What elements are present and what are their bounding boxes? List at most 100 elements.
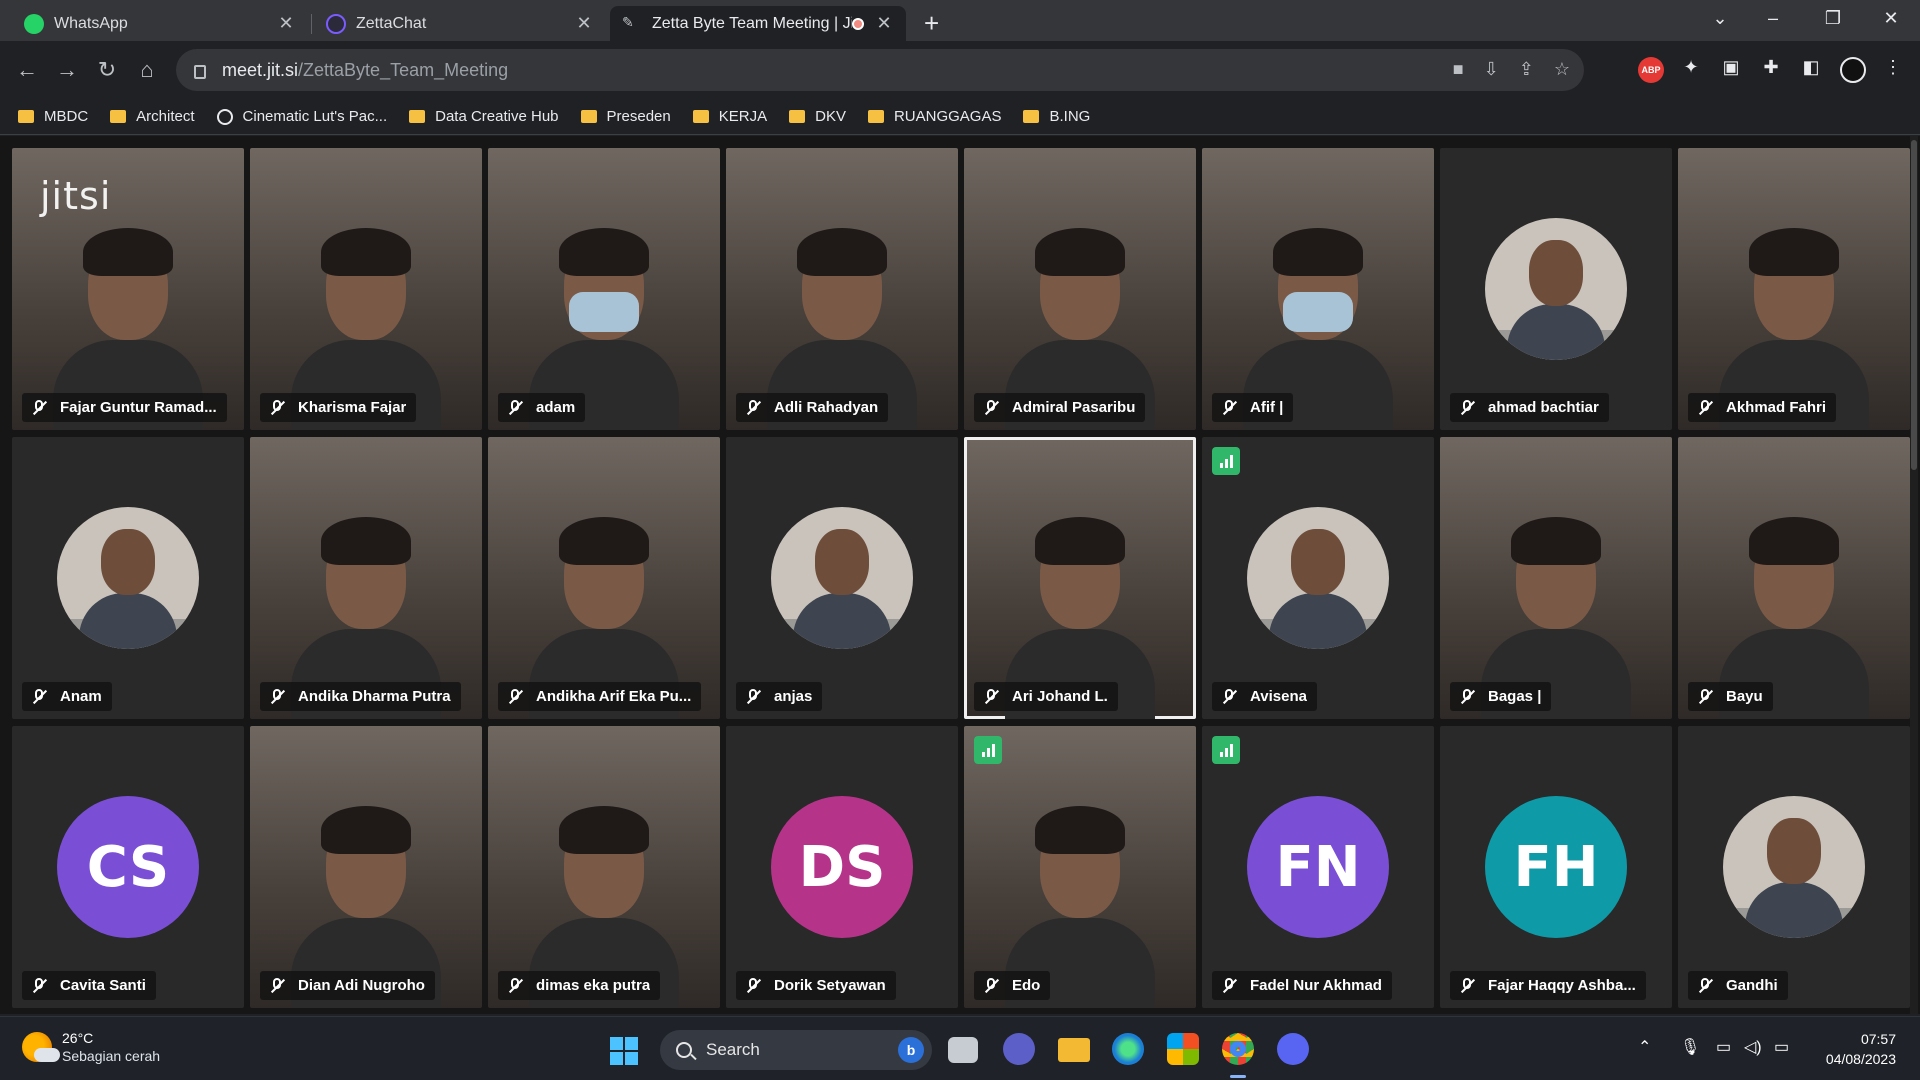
participant-name-tag: Akhmad Fahri [1688, 393, 1837, 422]
meeting-scroll-thumb[interactable] [1911, 140, 1917, 470]
bookmark-label: Architect [136, 108, 195, 125]
network-icon[interactable]: ▭ [1716, 1037, 1731, 1057]
edge-icon[interactable] [1112, 1033, 1144, 1065]
bookmark-item[interactable]: B.ING [1023, 108, 1090, 125]
volume-icon[interactable]: ◁) [1744, 1037, 1762, 1057]
tab-jitsi-meeting[interactable]: ✎ Zetta Byte Team Meeting | Jit ✕ [610, 6, 906, 41]
close-tab-icon[interactable]: ✕ [874, 13, 894, 34]
participant-tile[interactable]: Andikha Arif Eka Pu... [488, 437, 720, 719]
tab-search-icon[interactable]: ⌄ [1705, 8, 1735, 29]
tab-zettachat[interactable]: ZettaChat ✕ [314, 6, 606, 41]
participant-name: Afif | [1250, 399, 1284, 416]
weather-widget[interactable]: 26°C Sebagian cerah [22, 1029, 160, 1065]
install-app-icon[interactable]: ⇩ [1484, 59, 1499, 80]
participant-tile[interactable]: adam [488, 148, 720, 430]
menu-kebab-icon[interactable]: ⋮ [1880, 57, 1906, 83]
tab-whatsapp[interactable]: WhatsApp ✕ [12, 6, 308, 41]
taskbar-search[interactable]: Search b [660, 1030, 932, 1070]
address-bar[interactable]: meet.jit.si/ZettaByte_Team_Meeting ■ ⇩ ⇪… [176, 49, 1584, 91]
battery-icon[interactable]: ▭ [1774, 1037, 1789, 1057]
bookmark-item[interactable]: Cinematic Lut's Pac... [216, 108, 387, 125]
bookmark-item[interactable]: MBDC [18, 108, 88, 125]
discord-icon[interactable] [1277, 1033, 1309, 1065]
teams-chat-icon[interactable] [1003, 1033, 1035, 1065]
microphone-icon[interactable]: 🎙 [1680, 1037, 1700, 1057]
forward-icon[interactable]: → [52, 55, 82, 85]
close-tab-icon[interactable]: ✕ [574, 13, 594, 34]
participant-initials-avatar: CS [57, 796, 199, 938]
muted-mic-icon [506, 399, 524, 417]
participant-tile[interactable]: Akhmad Fahri [1678, 148, 1910, 430]
participant-name: Cavita Santi [60, 977, 146, 994]
participant-tile[interactable]: Anam [12, 437, 244, 719]
task-view-icon[interactable] [948, 1037, 978, 1063]
participant-tile[interactable]: Dian Adi Nugroho [250, 726, 482, 1008]
participant-tile[interactable]: FN Fadel Nur Akhmad [1202, 726, 1434, 1008]
new-tab-icon[interactable]: + [924, 8, 939, 39]
participant-name-tag: Bayu [1688, 682, 1773, 711]
participant-tile[interactable]: Andika Dharma Putra [250, 437, 482, 719]
participant-name: Adli Rahadyan [774, 399, 879, 416]
muted-mic-icon [744, 977, 762, 995]
bing-icon[interactable]: b [898, 1037, 924, 1063]
minimize-icon[interactable]: – [1758, 8, 1788, 29]
show-hidden-icons-icon[interactable]: ⌃ [1638, 1037, 1651, 1057]
participant-tile[interactable]: Kharisma Fajar [250, 148, 482, 430]
back-icon[interactable]: ← [12, 55, 42, 85]
camera-icon[interactable]: ■ [1453, 59, 1464, 80]
participant-tile[interactable]: Avisena [1202, 437, 1434, 719]
bookmark-label: Preseden [606, 108, 671, 125]
participant-tile[interactable]: Edo [964, 726, 1196, 1008]
bookmark-item[interactable]: KERJA [692, 108, 767, 125]
connection-indicator-icon[interactable] [1212, 736, 1240, 764]
participant-tile[interactable]: jitsi Fajar Guntur Ramad... [12, 148, 244, 430]
participant-avatar-photo [1723, 796, 1865, 938]
participant-tile[interactable]: Gandhi [1678, 726, 1910, 1008]
participant-name-tag: Fadel Nur Akhmad [1212, 971, 1392, 1000]
microsoft-store-icon[interactable] [1167, 1033, 1199, 1065]
extension-icon[interactable]: ✦ [1678, 57, 1704, 83]
participant-tile[interactable]: Afif | [1202, 148, 1434, 430]
participant-tile[interactable]: Bagas | [1440, 437, 1672, 719]
profile-avatar[interactable] [1840, 57, 1866, 83]
picture-in-picture-icon[interactable]: ▣ [1718, 57, 1744, 83]
reload-icon[interactable]: ↻ [92, 55, 122, 85]
participant-name-tag: Andikha Arif Eka Pu... [498, 682, 702, 711]
jitsi-tab-icon: ✎ [622, 13, 634, 30]
close-tab-icon[interactable]: ✕ [276, 13, 296, 34]
side-panel-icon[interactable]: ◧ [1798, 57, 1824, 83]
participant-tile[interactable]: DS Dorik Setyawan [726, 726, 958, 1008]
participant-name: anjas [774, 688, 813, 705]
chrome-icon[interactable] [1222, 1033, 1254, 1065]
bookmark-item[interactable]: DKV [789, 108, 846, 125]
connection-indicator-icon[interactable] [974, 736, 1002, 764]
extensions-puzzle-icon[interactable]: ✚ [1758, 57, 1784, 83]
participant-name-tag: Cavita Santi [22, 971, 156, 1000]
jitsi-watermark-logo[interactable]: jitsi [40, 174, 111, 218]
file-explorer-icon[interactable] [1058, 1038, 1090, 1062]
participant-tile[interactable]: Admiral Pasaribu [964, 148, 1196, 430]
bookmark-item[interactable]: Data Creative Hub [409, 108, 559, 125]
connection-indicator-icon[interactable] [1212, 447, 1240, 475]
restore-icon[interactable]: ❐ [1818, 8, 1848, 29]
bookmark-item[interactable]: Preseden [580, 108, 671, 125]
participant-tile[interactable]: Ari Johand L. [964, 437, 1196, 719]
bookmark-item[interactable]: Architect [110, 108, 195, 125]
muted-mic-icon [1220, 399, 1238, 417]
share-icon[interactable]: ⇪ [1519, 59, 1534, 80]
windows-start-icon[interactable] [610, 1037, 638, 1065]
home-icon[interactable]: ⌂ [132, 55, 162, 85]
participant-tile[interactable]: anjas [726, 437, 958, 719]
participant-tile[interactable]: FH Fajar Haqqy Ashba... [1440, 726, 1672, 1008]
participant-tile[interactable]: Adli Rahadyan [726, 148, 958, 430]
adblock-plus-icon[interactable]: ABP [1638, 57, 1664, 83]
participant-tile[interactable]: Bayu [1678, 437, 1910, 719]
close-window-icon[interactable]: ✕ [1876, 8, 1906, 29]
weather-description: Sebagian cerah [62, 1048, 161, 1064]
system-clock[interactable]: 07:57 04/08/2023 [1826, 1029, 1896, 1069]
participant-tile[interactable]: CS Cavita Santi [12, 726, 244, 1008]
bookmark-item[interactable]: RUANGGAGAS [867, 108, 1001, 125]
bookmark-star-icon[interactable]: ☆ [1554, 59, 1570, 80]
participant-tile[interactable]: ahmad bachtiar [1440, 148, 1672, 430]
participant-tile[interactable]: dimas eka putra [488, 726, 720, 1008]
